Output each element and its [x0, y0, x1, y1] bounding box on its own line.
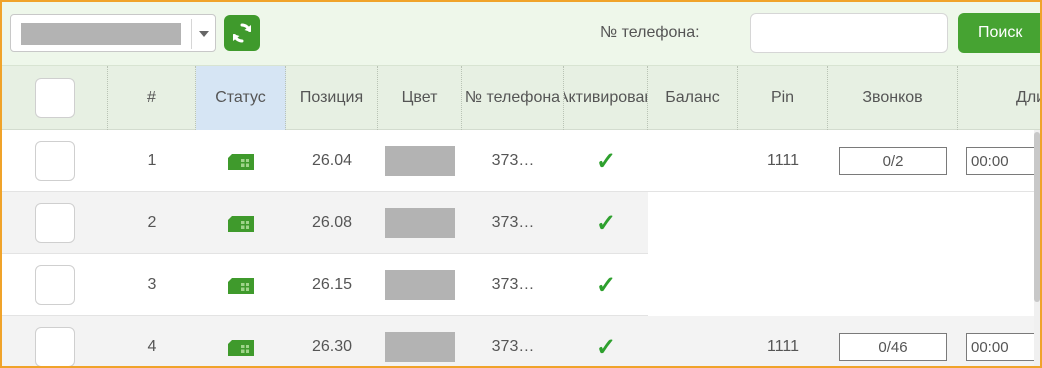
grid-window: № телефона: Поиск # Статус Позиция Цвет …: [0, 0, 1042, 368]
row-number: 2: [147, 214, 157, 231]
position-cell: 26.08: [311, 214, 353, 231]
refresh-button[interactable]: [224, 15, 260, 51]
position-cell: 26.30: [311, 338, 353, 355]
sim-card-icon: [228, 154, 254, 170]
header-balance[interactable]: Баланс: [648, 66, 738, 130]
toolbar: № телефона: Поиск: [2, 2, 1040, 66]
row-checkbox[interactable]: [35, 203, 75, 243]
row-number: 1: [147, 152, 157, 169]
calls-cell: 0/46: [828, 316, 958, 366]
header-activated[interactable]: Активирован: [564, 66, 648, 130]
balance-cell: [648, 130, 738, 192]
calls-counter: 0/46: [839, 333, 947, 361]
row-checkbox[interactable]: [35, 327, 75, 366]
color-cell: [378, 192, 462, 254]
header-number[interactable]: #: [108, 66, 196, 130]
color-swatch: [385, 332, 455, 362]
activated-cell: ✓: [564, 192, 648, 254]
phone-cell: 373…: [491, 338, 535, 355]
phone-search-input[interactable]: [750, 13, 948, 53]
checkmark-icon: ✓: [595, 209, 617, 237]
checkmark-icon: ✓: [595, 333, 617, 361]
color-swatch: [385, 270, 455, 300]
status-cell: [196, 254, 286, 316]
table-row[interactable]: 4 26.30 373… ✓ 1111 0/46 00:00: [2, 316, 1040, 366]
balance-cell: [648, 316, 738, 366]
phone-cell: 373…: [491, 152, 535, 169]
header-duration[interactable]: Длит: [958, 66, 1040, 130]
phone-cell: 373…: [491, 214, 535, 231]
header-position[interactable]: Позиция: [286, 66, 378, 130]
header-calls[interactable]: Звонков: [828, 66, 958, 130]
sim-card-icon: [228, 216, 254, 232]
table-row[interactable]: 1 26.04 373… ✓ 1111 0/2 00:00: [2, 130, 1040, 192]
pin-cell: 1111: [766, 338, 800, 355]
row-number: 4: [147, 338, 157, 355]
select-all-checkbox[interactable]: [34, 78, 75, 118]
calls-counter: 0/2: [839, 147, 947, 175]
calls-cell: 0/2: [828, 130, 958, 192]
duration-cell: 00:00: [958, 130, 1040, 192]
table-row[interactable]: 3 26.15 373… ✓: [2, 254, 1040, 316]
activated-cell: ✓: [564, 254, 648, 316]
search-button[interactable]: Поиск: [958, 13, 1040, 53]
status-cell: [196, 316, 286, 366]
position-cell: 26.04: [311, 152, 353, 169]
grid-header: # Статус Позиция Цвет № телефона Активир…: [2, 66, 1040, 130]
position-cell: 26.15: [311, 276, 353, 293]
combo-separator: [191, 19, 192, 49]
pin-cell: 1111: [766, 152, 800, 169]
duration-value: 00:00: [966, 147, 1040, 175]
activated-cell: ✓: [564, 316, 648, 366]
phone-label: № телефона:: [600, 24, 700, 41]
status-cell: [196, 192, 286, 254]
duration-cell: 00:00: [958, 316, 1040, 366]
combo-value-swatch: [21, 23, 181, 45]
sim-card-icon: [228, 278, 254, 294]
checkmark-icon: ✓: [595, 147, 617, 175]
row-checkbox[interactable]: [35, 265, 75, 305]
color-swatch: [385, 146, 455, 176]
sim-card-icon: [228, 340, 254, 356]
color-cell: [378, 254, 462, 316]
color-swatch: [385, 208, 455, 238]
color-cell: [378, 130, 462, 192]
phone-cell: 373…: [491, 276, 535, 293]
table-row[interactable]: 2 26.08 373… ✓: [2, 192, 1040, 254]
header-color[interactable]: Цвет: [378, 66, 462, 130]
header-select-all[interactable]: [2, 66, 108, 130]
status-cell: [196, 130, 286, 192]
activated-cell: ✓: [564, 130, 648, 192]
row-number: 3: [147, 276, 157, 293]
empty-cells: [648, 254, 1040, 316]
header-status[interactable]: Статус: [196, 66, 286, 130]
filter-combo[interactable]: [10, 14, 216, 52]
checkmark-icon: ✓: [595, 271, 617, 299]
duration-value: 00:00: [966, 333, 1040, 361]
row-checkbox[interactable]: [35, 141, 75, 181]
header-phone[interactable]: № телефона: [462, 66, 564, 130]
header-pin[interactable]: Pin: [738, 66, 828, 130]
empty-cells: [648, 192, 1040, 254]
refresh-icon: [233, 23, 251, 43]
color-cell: [378, 316, 462, 366]
scrollbar-thumb[interactable]: [1034, 132, 1040, 302]
chevron-down-icon[interactable]: [199, 31, 209, 37]
